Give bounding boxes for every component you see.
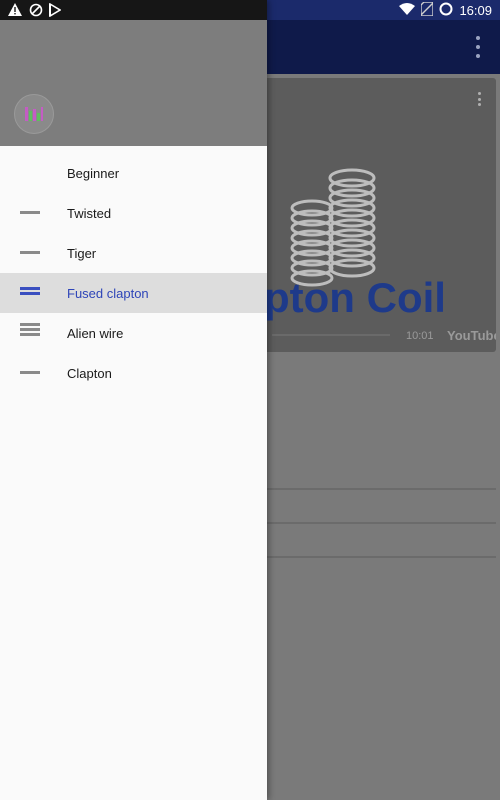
status-right-group: 16:09 — [399, 0, 492, 19]
single-bar-icon — [20, 251, 40, 271]
drawer-item-label: Beginner — [67, 165, 120, 181]
drawer-menu: Beginner Twisted Tiger Fused clapton Ali… — [0, 153, 267, 393]
navigation-drawer: Beginner Twisted Tiger Fused clapton Ali… — [0, 0, 267, 800]
drawer-item-label: Tiger — [67, 245, 97, 261]
wifi-icon — [399, 2, 416, 18]
drawer-item-fused-clapton[interactable]: Fused clapton — [0, 273, 267, 313]
warning-icon — [8, 3, 22, 21]
drawer-item-label: Twisted — [67, 205, 112, 221]
status-time: 16:09 — [459, 2, 492, 18]
list-card[interactable] — [252, 456, 496, 490]
video-card[interactable]: pton Coil 10:01 YouTube — [252, 78, 496, 352]
triple-bar-icon — [20, 323, 40, 343]
list-card[interactable] — [252, 490, 496, 524]
video-duration: 10:01 — [406, 330, 434, 342]
drawer-item-tiger[interactable]: Tiger — [0, 233, 267, 273]
rotation-blocked-icon — [29, 3, 43, 22]
list-card[interactable] — [252, 524, 496, 558]
drawer-item-beginner[interactable]: Beginner — [0, 153, 267, 193]
youtube-logo: YouTube — [447, 328, 496, 343]
drawer-item-label: Alien wire — [67, 325, 124, 341]
video-progress-bar — [272, 334, 390, 336]
drawer-item-label: Clapton — [67, 365, 112, 381]
video-title: pton Coil — [264, 274, 446, 321]
drawer-item-label: Fused clapton — [67, 285, 149, 301]
app-logo-icon — [14, 94, 54, 134]
battery-icon — [439, 2, 453, 19]
double-bar-icon — [20, 287, 40, 307]
card-more-icon[interactable] — [478, 92, 482, 106]
drawer-item-twisted[interactable]: Twisted — [0, 193, 267, 233]
download-icon — [49, 2, 62, 22]
no-sim-icon — [420, 0, 435, 19]
single-bar-icon — [20, 211, 40, 231]
drawer-item-alien-wire[interactable]: Alien wire — [0, 313, 267, 353]
drawer-item-clapton[interactable]: Clapton — [0, 353, 267, 393]
screen: 16:09 pton Coil 10:01 YouTube Beginner T… — [0, 0, 500, 800]
single-bar-icon — [20, 371, 40, 391]
more-vert-icon[interactable] — [470, 36, 486, 58]
